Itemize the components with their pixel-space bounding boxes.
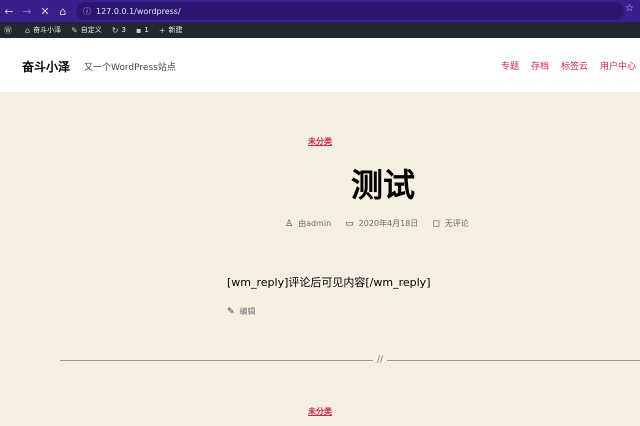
post-content: [wm_reply]评论后可见内容[/wm_reply] bbox=[227, 276, 431, 289]
menu-item-topics[interactable]: 专题 bbox=[501, 59, 519, 72]
calendar-icon: ▭ bbox=[345, 218, 354, 229]
site-description: 又一个WordPress站点 bbox=[84, 63, 176, 73]
customize-label: 自定义 bbox=[80, 26, 102, 34]
menu-item-user-center[interactable]: 用户中心 bbox=[600, 59, 636, 72]
comments-label: 无评论 bbox=[444, 219, 469, 228]
dashboard-icon: ⌂ bbox=[25, 25, 31, 35]
stop-loading-icon[interactable]: ✕ bbox=[36, 0, 54, 22]
forward-icon[interactable]: → bbox=[18, 0, 36, 22]
comments-count: 1 bbox=[144, 26, 149, 34]
user-icon: ♙ bbox=[285, 218, 294, 229]
post-title: 测试 bbox=[350, 166, 415, 204]
site-title[interactable]: 奋斗小泽 bbox=[22, 58, 70, 75]
post-date[interactable]: ▭ 2020年4月18日 bbox=[345, 218, 418, 229]
site-header: 奋斗小泽 又一个WordPress站点 专题 存档 标签云 用户中心 bbox=[0, 38, 640, 92]
browser-toolbar: ← → ✕ ⌂ ⓘ 127.0.0.1/wordpress/ ☆ bbox=[0, 0, 640, 22]
updates-count: 3 bbox=[121, 26, 126, 34]
edit-link[interactable]: ✎ 编辑 bbox=[227, 306, 256, 317]
site-name-label: 奋斗小泽 bbox=[33, 26, 62, 34]
back-icon[interactable]: ← bbox=[0, 0, 18, 22]
author-label: 由admin bbox=[298, 219, 332, 228]
post-meta: ♙ 由admin ▭ 2020年4月18日 ◻ 无评论 bbox=[285, 218, 483, 229]
admin-bar-customize[interactable]: ✎ 自定义 bbox=[71, 25, 102, 35]
edit-label: 编辑 bbox=[239, 307, 256, 316]
bookmark-star-icon[interactable]: ☆ bbox=[625, 3, 634, 14]
primary-menu: 专题 存档 标签云 用户中心 bbox=[489, 59, 636, 72]
home-icon[interactable]: ⌂ bbox=[54, 0, 72, 22]
new-label: 新建 bbox=[168, 26, 183, 34]
admin-bar-updates[interactable]: ↻ 3 bbox=[112, 26, 126, 35]
next-post-category[interactable]: 未分类 bbox=[0, 406, 640, 417]
menu-item-tag-cloud[interactable]: 标签云 bbox=[561, 59, 588, 72]
plus-icon: + bbox=[158, 25, 166, 35]
post-category[interactable]: 未分类 bbox=[0, 136, 640, 147]
comment-icon: ▪ bbox=[135, 25, 142, 35]
wp-admin-bar: Ⓦ ⌂ 奋斗小泽 ✎ 自定义 ↻ 3 ▪ 1 + 新建 bbox=[0, 22, 640, 38]
post-author[interactable]: ♙ 由admin bbox=[285, 218, 331, 229]
updates-icon: ↻ bbox=[111, 25, 119, 35]
admin-bar-site-name[interactable]: ⌂ 奋斗小泽 bbox=[25, 25, 61, 35]
url-text: 127.0.0.1/wordpress/ bbox=[96, 6, 181, 16]
post-comments[interactable]: ◻ 无评论 bbox=[432, 218, 468, 229]
address-bar[interactable]: ⓘ 127.0.0.1/wordpress/ bbox=[76, 2, 624, 20]
menu-item-archive[interactable]: 存档 bbox=[531, 59, 549, 72]
edit-icon: ✎ bbox=[227, 306, 235, 317]
date-label: 2020年4月18日 bbox=[358, 219, 419, 228]
wordpress-logo-icon[interactable]: Ⓦ bbox=[4, 25, 15, 36]
separator-mark: // bbox=[373, 355, 388, 365]
brush-icon: ✎ bbox=[71, 25, 78, 35]
info-icon[interactable]: ⓘ bbox=[82, 6, 92, 16]
comment-bubble-icon: ◻ bbox=[432, 218, 440, 229]
admin-bar-comments[interactable]: ▪ 1 bbox=[136, 26, 149, 35]
post-separator bbox=[60, 360, 640, 361]
admin-bar-new[interactable]: + 新建 bbox=[159, 25, 183, 35]
